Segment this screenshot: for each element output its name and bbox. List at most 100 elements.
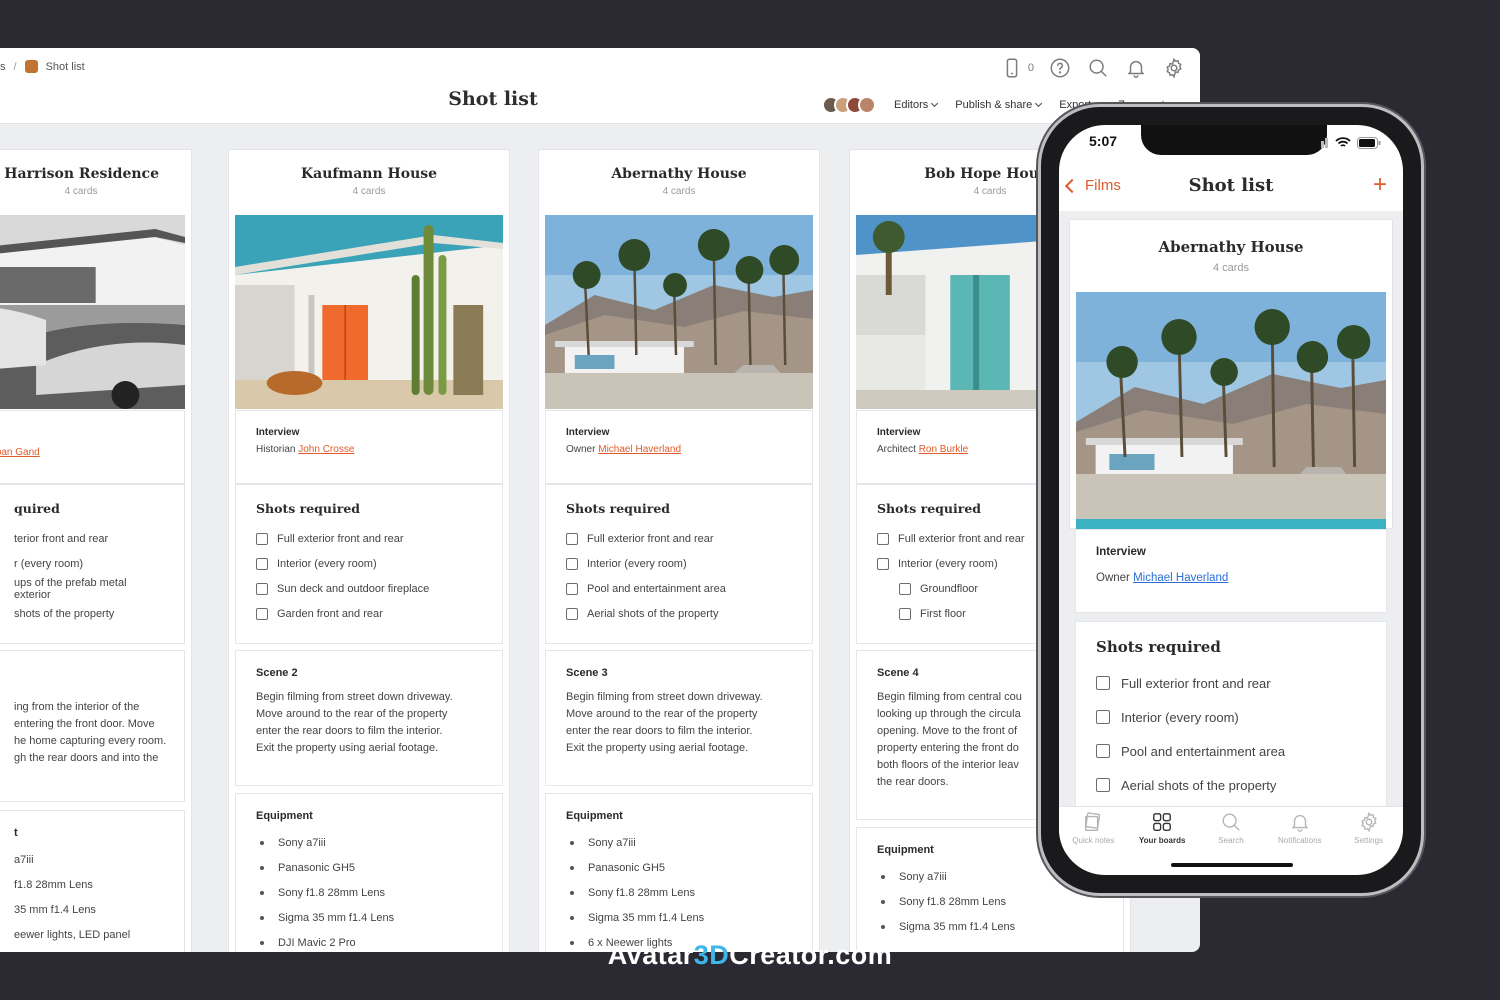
equipment-card[interactable]: Equipment Sony a7iii Panasonic GH5 Sony … (545, 793, 813, 952)
checkbox[interactable] (1096, 676, 1110, 690)
checkbox[interactable] (566, 532, 578, 545)
checkbox[interactable] (877, 557, 889, 570)
tab-quick-notes[interactable]: Quick notes (1060, 811, 1126, 854)
shot-checkbox[interactable]: Full exterior front and rear (256, 526, 482, 551)
help-icon[interactable] (1048, 56, 1072, 80)
tab-notifications[interactable]: Notifications (1267, 811, 1333, 854)
interview-card[interactable]: Interview Owner Michael Haverland (545, 410, 813, 484)
add-icon[interactable]: + (1373, 173, 1387, 197)
shot-checkbox[interactable]: Aerial shots of the property (566, 601, 792, 626)
bell-icon (1291, 814, 1309, 832)
column-header[interactable]: Kaufmann House 4 cards (229, 150, 509, 214)
tab-settings[interactable]: Settings (1336, 811, 1402, 854)
editor-avatars[interactable] (822, 96, 876, 114)
checkbox[interactable] (256, 607, 268, 620)
device-count: 0 (1027, 62, 1034, 74)
column-header[interactable]: r & Harrison Residence 4 cards (0, 150, 191, 214)
shots-required-card[interactable]: Shots required Full exterior front and r… (235, 484, 503, 644)
equipment-title: Equipment (256, 810, 313, 822)
shots-required-card[interactable]: quired terior front and rear r (every ro… (0, 484, 185, 644)
shot-checkbox[interactable]: Interior (every room) (566, 551, 792, 576)
chevron-down-icon (931, 99, 939, 108)
checkbox[interactable] (256, 582, 268, 595)
interviewee-link[interactable]: Michael Haverland (598, 444, 681, 455)
checkbox[interactable] (877, 532, 889, 545)
shot-checkbox[interactable]: Aerial shots of the property (1096, 768, 1366, 802)
desktop-window: s / Shot list Shot list 0 Editors Publis… (0, 48, 1200, 952)
house-photo[interactable] (1076, 292, 1386, 529)
devices-button[interactable]: 0 (1000, 56, 1034, 80)
shot-checkbox[interactable]: Sun deck and outdoor fireplace (256, 576, 482, 601)
house-photo[interactable] (545, 215, 813, 409)
interview-role: Historian John Crosse (256, 444, 355, 455)
equipment-item: Sigma 35 mm f1.4 Lens (877, 914, 1103, 939)
interviewee-link[interactable]: Joan Gand (0, 447, 40, 458)
checkbox[interactable] (1096, 744, 1110, 758)
interview-card[interactable]: Interview Owner Michael Haverland (1075, 529, 1387, 613)
shot-checkbox[interactable]: Full exterior front and rear (566, 526, 792, 551)
column-card-count: 4 cards (1212, 262, 1250, 274)
checkbox[interactable] (899, 582, 911, 595)
tab-search[interactable]: Search (1198, 811, 1264, 854)
checkbox[interactable] (566, 557, 578, 570)
interview-card[interactable]: al Historian Joan Gand (0, 410, 185, 484)
board-column: r & Harrison Residence 4 cards al Histor… (0, 149, 192, 952)
breadcrumb-parent[interactable]: s (0, 61, 6, 73)
publish-share-dropdown[interactable]: Publish & share (955, 99, 1043, 111)
scene-card[interactable]: Scene 3 Begin filming from street down d… (545, 650, 813, 786)
checkbox[interactable] (256, 557, 268, 570)
checkbox[interactable] (1096, 710, 1110, 724)
column-header[interactable]: Abernathy House 4 cards (539, 150, 819, 214)
shot-item[interactable]: terior front and rear (14, 526, 164, 551)
scene-card[interactable]: ing from the interior of the entering th… (0, 650, 185, 802)
house-photo[interactable] (235, 215, 503, 409)
column-header[interactable]: Abernathy House 4 cards (1069, 219, 1393, 529)
shot-item[interactable]: ups of the prefab metal exterior (14, 576, 164, 601)
shot-checkbox[interactable]: Pool and entertainment area (566, 576, 792, 601)
equipment-card[interactable]: t a7iii f1.8 28mm Lens 35 mm f1.4 Lens e… (0, 810, 185, 952)
bell-icon[interactable] (1124, 56, 1148, 80)
avatar (858, 96, 876, 114)
interview-label: Interview (256, 427, 300, 438)
shot-checkbox[interactable]: Full exterior front and rear (1096, 666, 1366, 700)
checkbox[interactable] (1096, 778, 1110, 792)
shots-required-card[interactable]: Shots required Full exterior front and r… (545, 484, 813, 644)
interview-card[interactable]: Interview Historian John Crosse (235, 410, 503, 484)
publish-label: Publish & share (955, 99, 1033, 111)
battery-icon (1357, 137, 1381, 149)
editors-dropdown[interactable]: Editors (894, 99, 939, 111)
shots-required-card[interactable]: Shots required Full exterior front and r… (1075, 621, 1387, 806)
interviewee-link[interactable]: Ron Burkle (919, 444, 968, 455)
equipment-item: Sigma 35 mm f1.4 Lens (256, 905, 482, 930)
checkbox[interactable] (899, 607, 911, 620)
house-photo[interactable] (0, 215, 185, 409)
equipment-item: a7iii (14, 853, 34, 866)
interviewee-link[interactable]: Michael Haverland (1133, 572, 1228, 584)
tab-your-boards[interactable]: Your boards (1129, 811, 1195, 854)
gear-icon[interactable] (1162, 56, 1186, 80)
interviewee-link[interactable]: John Crosse (298, 444, 354, 455)
shot-checkbox[interactable]: Garden front and rear (256, 601, 482, 626)
equipment-item: Sigma 35 mm f1.4 Lens (566, 905, 792, 930)
status-icons (1313, 137, 1381, 149)
shot-checkbox[interactable]: Pool and entertainment area (1096, 734, 1366, 768)
checkbox[interactable] (256, 532, 268, 545)
nav-bar: Films Shot list + (1059, 173, 1403, 211)
scene-title: Scene 3 (566, 667, 608, 679)
shot-checkbox[interactable]: Interior (every room) (1096, 700, 1366, 734)
top-icons: 0 (1000, 56, 1186, 80)
search-icon[interactable] (1086, 56, 1110, 80)
checkbox[interactable] (566, 607, 578, 620)
phone-frame: 5:07 Films Shot list + Abernathy House 4… (1038, 104, 1424, 896)
phone-icon (1000, 56, 1024, 80)
equipment-card[interactable]: Equipment Sony a7iii Panasonic GH5 Sony … (235, 793, 503, 952)
equipment-item: 35 mm f1.4 Lens (14, 903, 96, 916)
equipment-title: t (14, 827, 18, 839)
scene-card[interactable]: Scene 2 Begin filming from street down d… (235, 650, 503, 786)
shot-checkbox[interactable]: Interior (every room) (256, 551, 482, 576)
checkbox[interactable] (566, 582, 578, 595)
breadcrumb-current[interactable]: Shot list (46, 61, 85, 73)
shot-item[interactable]: r (every room) (14, 551, 164, 576)
shot-item[interactable]: shots of the property (14, 601, 164, 626)
gear-icon (1360, 811, 1377, 833)
